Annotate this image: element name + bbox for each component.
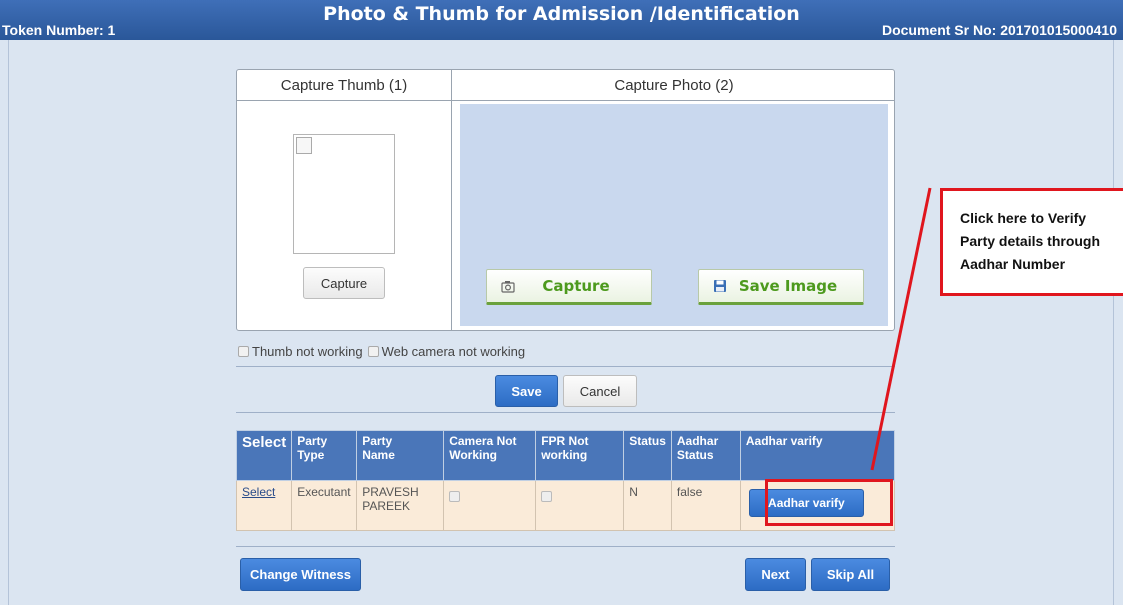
- photo-preview: Capture Save Image: [460, 104, 888, 326]
- cell-fpr-not-working: [535, 480, 625, 531]
- cell-aadhar-verify: Aadhar varify: [739, 480, 896, 531]
- thumb-not-working-checkbox[interactable]: [238, 346, 249, 357]
- header-line: FPR Not: [541, 434, 589, 448]
- thumb-not-working-label: Thumb not working: [252, 344, 363, 359]
- web-camera-not-working-label: Web camera not working: [381, 344, 526, 359]
- thumb-not-working-option: Thumb not working: [238, 344, 363, 359]
- device-options: Thumb not working Web camera not working: [238, 344, 530, 359]
- table-row: Select Executant PRAVESH PAREEK N false …: [235, 480, 896, 531]
- column-header-aadhar-status: Aadhar Status: [670, 430, 741, 481]
- cancel-button[interactable]: Cancel: [563, 375, 637, 407]
- party-name-line: PAREEK: [362, 499, 410, 513]
- header-line: Name: [362, 448, 395, 462]
- column-header-party-type: Party Type: [291, 430, 358, 481]
- document-sr-no: Document Sr No: 201701015000410: [881, 22, 1117, 38]
- skip-all-button[interactable]: Skip All: [811, 558, 890, 591]
- annotation-callout: Click here to Verify Party details throu…: [940, 188, 1123, 296]
- column-header-fpr-not-working: FPR Not working: [535, 430, 625, 481]
- divider: [237, 100, 894, 101]
- table-header-row: Select Party Type Party Name Camera Not …: [235, 430, 896, 481]
- floppy-disk-icon: [713, 279, 727, 293]
- divider: [236, 366, 895, 367]
- callout-line: Party details through: [960, 233, 1101, 249]
- column-header-aadhar-verify: Aadhar varify: [739, 430, 896, 481]
- cell-camera-not-working: [443, 480, 537, 531]
- fpr-not-working-checkbox[interactable]: [541, 491, 553, 502]
- cell-aadhar-status: false: [670, 480, 741, 531]
- divider: [236, 546, 895, 547]
- title-bar: Photo & Thumb for Admission /Identificat…: [0, 0, 1123, 40]
- thumb-capture-button[interactable]: Capture: [303, 267, 385, 299]
- column-header-camera-not-working: Camera Not Working: [443, 430, 537, 481]
- header-line: Party: [297, 434, 328, 448]
- save-button[interactable]: Save: [495, 375, 558, 407]
- cell-party-name: PRAVESH PAREEK: [356, 480, 445, 531]
- photo-capture-label: Capture: [542, 277, 610, 295]
- broken-image-icon: [296, 137, 312, 154]
- next-button[interactable]: Next: [745, 558, 806, 591]
- save-image-label: Save Image: [738, 277, 838, 295]
- divider: [236, 412, 895, 413]
- column-header-select: Select: [235, 430, 293, 481]
- divider: [451, 70, 452, 330]
- web-camera-not-working-option: Web camera not working: [367, 344, 526, 359]
- aadhar-verify-button[interactable]: Aadhar varify: [748, 489, 864, 517]
- web-camera-not-working-checkbox[interactable]: [367, 346, 379, 357]
- capture-photo-title: Capture Photo (2): [614, 77, 734, 94]
- thumb-preview: [293, 134, 395, 254]
- camera-icon: [501, 279, 515, 293]
- callout-line: Click here to Verify: [960, 210, 1087, 226]
- callout-line: Aadhar Number: [960, 256, 1066, 272]
- photo-capture-button[interactable]: Capture: [486, 269, 652, 305]
- select-link[interactable]: Select: [242, 485, 275, 499]
- header-line: Camera Not: [449, 434, 517, 448]
- cell-party-type: Executant: [291, 480, 358, 531]
- column-header-party-name: Party Name: [356, 430, 445, 481]
- header-line: working: [541, 448, 588, 462]
- camera-not-working-checkbox[interactable]: [449, 491, 461, 502]
- party-name-line: PRAVESH: [362, 485, 419, 499]
- party-table: Select Party Type Party Name Camera Not …: [235, 430, 896, 531]
- save-image-button[interactable]: Save Image: [698, 269, 864, 305]
- header-line: Aadhar: [676, 434, 719, 448]
- token-number: Token Number: 1: [2, 22, 116, 38]
- change-witness-button[interactable]: Change Witness: [240, 558, 361, 591]
- cell-select: Select: [235, 480, 293, 531]
- cell-status: N: [623, 480, 672, 531]
- capture-thumb-title: Capture Thumb (1): [280, 77, 408, 94]
- column-header-status: Status: [623, 430, 672, 481]
- header-line: Type: [297, 448, 325, 462]
- header-line: Status: [676, 448, 714, 462]
- header-line: Party: [362, 434, 393, 448]
- header-line: Working: [449, 448, 497, 462]
- capture-panel: Capture Thumb (1) Capture Photo (2) Capt…: [236, 69, 895, 331]
